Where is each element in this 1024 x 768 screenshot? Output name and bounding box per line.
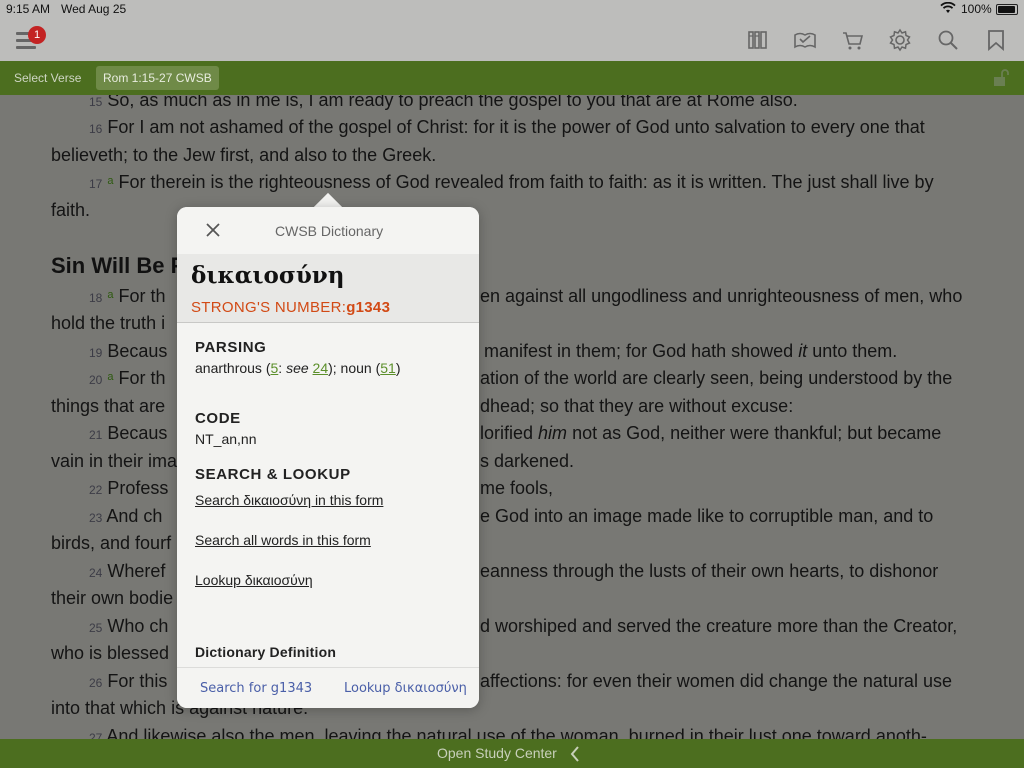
wifi-icon bbox=[940, 2, 956, 13]
verse-line: en against all ungodliness and unrighteo… bbox=[480, 286, 963, 306]
battery-icon bbox=[996, 4, 1018, 15]
verse-line: 18 a For th bbox=[89, 286, 166, 306]
verse-line: s darkened. bbox=[480, 451, 575, 471]
select-verse-button[interactable]: Select Verse bbox=[14, 71, 81, 85]
settings-icon[interactable] bbox=[888, 28, 912, 52]
verse-line: 16 For I am not ashamed of the gospel of… bbox=[89, 117, 925, 137]
verse-line: ation of the world are clearly seen, bei… bbox=[480, 368, 953, 388]
verse-line: vain in their ima bbox=[51, 451, 178, 471]
verse-line: lorified him not as God, neither were th… bbox=[480, 423, 942, 443]
greek-lemma: δικαιοσύνη bbox=[191, 262, 345, 289]
verse-line: things that are bbox=[51, 396, 166, 416]
verse-line: 26 For this bbox=[89, 671, 168, 691]
verse-line: 21 Becaus bbox=[89, 423, 168, 443]
chevron-left-icon[interactable] bbox=[570, 746, 580, 762]
top-toolbar: 1 bbox=[0, 18, 1024, 61]
status-time: 9:15 AM bbox=[6, 2, 51, 16]
verse-line: believeth; to the Jew first, and also to… bbox=[51, 145, 437, 165]
lemma-section: δικαιοσύνη STRONG'S NUMBER:g1343 bbox=[177, 254, 479, 323]
bible-reader[interactable]: 15 So, as much as in me is, I am ready t… bbox=[0, 95, 1024, 739]
verse-line: birds, and fourf bbox=[51, 533, 172, 553]
notification-badge: 1 bbox=[28, 26, 46, 44]
code-text: NT_an,nn bbox=[195, 431, 257, 447]
parsing-title: PARSING bbox=[195, 339, 267, 356]
close-icon[interactable] bbox=[205, 222, 221, 238]
verse-line: their own bodie bbox=[51, 588, 174, 608]
verse-line: d worshiped and served the creature more… bbox=[480, 616, 958, 636]
verse-nav-bar: Select Verse Rom 1:15-27 CWSB bbox=[0, 61, 1024, 95]
verse-line: hold the truth i bbox=[51, 313, 166, 333]
library-icon[interactable] bbox=[746, 28, 770, 52]
footnote-marker[interactable]: a bbox=[107, 175, 113, 187]
verse-line: dhead; so that they are without excuse: bbox=[480, 396, 794, 416]
code-title: CODE bbox=[195, 410, 241, 427]
verse-line: affections: for even their women did cha… bbox=[480, 671, 952, 691]
popup-title: CWSB Dictionary bbox=[275, 223, 384, 239]
reading-plan-icon[interactable] bbox=[793, 28, 817, 52]
bookmark-icon[interactable] bbox=[984, 28, 1008, 52]
search-icon[interactable] bbox=[936, 28, 960, 52]
dictionary-definition-title: Dictionary Definition bbox=[195, 644, 337, 660]
parsing-link[interactable]: 51 bbox=[380, 360, 396, 376]
status-bar: 9:15 AM Wed Aug 25 100% bbox=[0, 0, 1024, 18]
verse-line: 19 Becaus bbox=[89, 341, 168, 361]
verse-line: eanness through the lusts of their own h… bbox=[480, 561, 939, 581]
status-date: Wed Aug 25 bbox=[61, 2, 127, 16]
verse-line: 24 Wheref bbox=[89, 561, 166, 581]
verse-line: manifest in them; for God hath showed it… bbox=[484, 341, 898, 361]
verse-line: 22 Profess bbox=[89, 478, 169, 498]
parsing-text: anarthrous (5: see 24); noun (51) bbox=[195, 360, 401, 376]
verse-line: 25 Who ch bbox=[89, 616, 169, 636]
battery-percent: 100% bbox=[961, 2, 992, 16]
popup-header: CWSB Dictionary bbox=[177, 207, 479, 254]
verse-line: who is blessed bbox=[51, 643, 170, 663]
search-all-words-link[interactable]: Search all words in this form bbox=[195, 532, 371, 548]
cart-icon[interactable] bbox=[841, 28, 865, 52]
verse-line: e God into an image made like to corrupt… bbox=[480, 506, 934, 526]
strongs-number: STRONG'S NUMBER:g1343 bbox=[191, 299, 391, 316]
verse-line: 27 And likewise also the men, leaving th… bbox=[89, 726, 927, 739]
study-center-bar[interactable]: Open Study Center bbox=[0, 739, 1024, 768]
search-lookup-title: SEARCH & LOOKUP bbox=[195, 466, 351, 483]
verse-line: 17 a For therein is the righteousness of… bbox=[89, 172, 934, 192]
verse-line: 15 So, as much as in me is, I am ready t… bbox=[89, 95, 798, 110]
open-study-center-label[interactable]: Open Study Center bbox=[437, 745, 557, 761]
passage-reference-button[interactable]: Rom 1:15-27 CWSB bbox=[96, 66, 219, 90]
popup-footer: Search for g1343 Lookup δικαιοσύνη bbox=[177, 667, 479, 708]
verse-line: me fools, bbox=[480, 478, 554, 498]
verse-line: faith. bbox=[51, 200, 91, 220]
search-form-link[interactable]: Search δικαιοσύνη in this form bbox=[195, 492, 383, 508]
lookup-link[interactable]: Lookup δικαιοσύνη bbox=[195, 572, 313, 588]
lock-open-icon[interactable] bbox=[992, 69, 1010, 87]
search-strongs-button[interactable]: Search for g1343 bbox=[200, 681, 312, 696]
verse-line: 20 a For th bbox=[89, 368, 166, 388]
section-heading: Sin Will Be P bbox=[51, 253, 186, 278]
lookup-lemma-button[interactable]: Lookup δικαιοσύνη bbox=[344, 681, 467, 696]
dictionary-popup: CWSB Dictionary δικαιοσύνη STRONG'S NUMB… bbox=[177, 207, 479, 708]
verse-line: 23 And ch bbox=[89, 506, 163, 526]
parsing-link[interactable]: 24 bbox=[313, 360, 329, 376]
